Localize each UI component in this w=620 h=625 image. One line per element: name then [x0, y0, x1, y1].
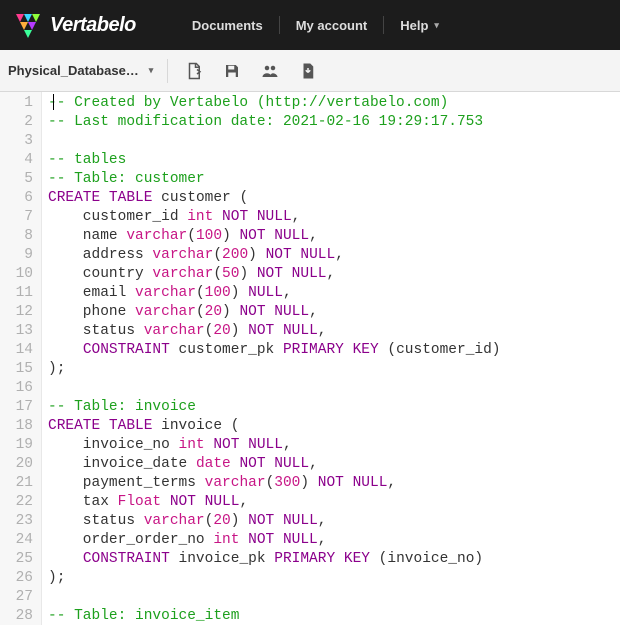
code-line[interactable]: customer_id int NOT NULL, [48, 208, 501, 227]
code-line[interactable]: country varchar(50) NOT NULL, [48, 265, 501, 284]
toolbar-separator [167, 59, 168, 83]
code-line[interactable]: CREATE TABLE customer ( [48, 189, 501, 208]
download-icon [299, 62, 317, 80]
go-to-model-button[interactable] [182, 59, 206, 83]
code-line[interactable]: phone varchar(20) NOT NULL, [48, 303, 501, 322]
nav-documents[interactable]: Documents [176, 10, 279, 40]
logo-icon [16, 12, 42, 38]
download-button[interactable] [296, 59, 320, 83]
users-icon [261, 62, 279, 80]
code-line[interactable]: status varchar(20) NOT NULL, [48, 512, 501, 531]
code-line[interactable] [48, 379, 501, 398]
code-line[interactable]: payment_terms varchar(300) NOT NULL, [48, 474, 501, 493]
code-line[interactable]: invoice_date date NOT NULL, [48, 455, 501, 474]
code-line[interactable]: ); [48, 360, 501, 379]
nav-help-label: Help [400, 18, 428, 33]
save-icon [223, 62, 241, 80]
code-line[interactable]: address varchar(200) NOT NULL, [48, 246, 501, 265]
code-line[interactable]: email varchar(100) NULL, [48, 284, 501, 303]
code-line[interactable]: ); [48, 569, 501, 588]
code-line[interactable]: -- tables [48, 151, 501, 170]
nav-my-account[interactable]: My account [280, 10, 384, 40]
document-name: Physical_Database… [8, 63, 139, 78]
sql-editor[interactable]: 1234567891011121314151617181920212223242… [0, 92, 620, 625]
document-arrow-icon [185, 62, 203, 80]
code-line[interactable]: order_order_no int NOT NULL, [48, 531, 501, 550]
brand-logo[interactable]: Vertabelo [16, 12, 136, 38]
code-line[interactable]: -- Table: customer [48, 170, 501, 189]
top-navbar: Vertabelo Documents My account Help ▾ [0, 0, 620, 50]
code-line[interactable]: status varchar(20) NOT NULL, [48, 322, 501, 341]
line-number-gutter: 1234567891011121314151617181920212223242… [0, 92, 42, 625]
save-button[interactable] [220, 59, 244, 83]
code-line[interactable]: CONSTRAINT customer_pk PRIMARY KEY (cust… [48, 341, 501, 360]
chevron-down-icon: ▾ [434, 20, 439, 31]
chevron-down-icon: ▾ [149, 65, 154, 76]
code-line[interactable]: CONSTRAINT invoice_pk PRIMARY KEY (invoi… [48, 550, 501, 569]
code-line[interactable]: -- Table: invoice_item [48, 607, 501, 625]
code-line[interactable]: -- Created by Vertabelo (http://vertabel… [48, 94, 501, 113]
brand-name: Vertabelo [50, 14, 136, 37]
code-line[interactable]: -- Table: invoice [48, 398, 501, 417]
code-line[interactable]: CREATE TABLE invoice ( [48, 417, 501, 436]
document-selector[interactable]: Physical_Database… ▾ [8, 63, 153, 78]
code-line[interactable]: tax Float NOT NULL, [48, 493, 501, 512]
code-line[interactable]: -- Last modification date: 2021-02-16 19… [48, 113, 501, 132]
code-line[interactable]: name varchar(100) NOT NULL, [48, 227, 501, 246]
text-cursor [53, 94, 54, 110]
code-line[interactable] [48, 132, 501, 151]
code-line[interactable]: invoice_no int NOT NULL, [48, 436, 501, 455]
code-line[interactable] [48, 588, 501, 607]
toolbar: Physical_Database… ▾ [0, 50, 620, 92]
share-button[interactable] [258, 59, 282, 83]
nav-help[interactable]: Help ▾ [384, 10, 455, 40]
code-area[interactable]: -- Created by Vertabelo (http://vertabel… [42, 92, 507, 625]
